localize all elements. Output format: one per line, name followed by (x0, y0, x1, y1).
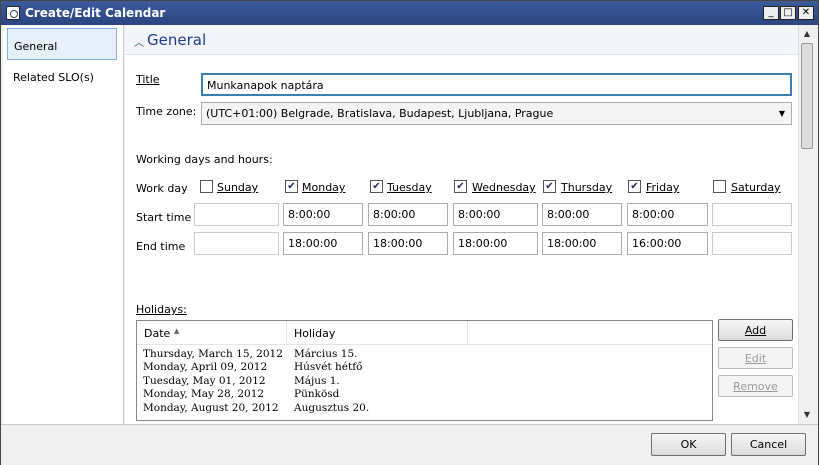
saturday-checkbox[interactable] (713, 180, 726, 193)
dropdown-arrow-icon: ▼ (778, 109, 785, 118)
monday-label: Monday (302, 181, 346, 194)
holiday-date: Tuesday, May 01, 2012 (143, 375, 266, 387)
monday-checkbox[interactable]: ✔ (285, 180, 298, 193)
holidays-label: Holidays: (136, 303, 187, 316)
side-navigation: General Related SLO(s) (3, 25, 124, 424)
app-icon (6, 6, 20, 20)
holiday-date: Monday, April 09, 2012 (143, 361, 268, 373)
sunday-end-time[interactable] (194, 232, 279, 255)
working-days-label: Working days and hours: (136, 153, 273, 166)
table-row[interactable]: Monday, April 09, 2012 Húsvét hétfő (137, 361, 712, 374)
add-holiday-button[interactable]: Add (718, 319, 793, 341)
thursday-start-time[interactable]: 8:00:00 (542, 203, 622, 226)
thursday-checkbox[interactable]: ✔ (543, 180, 556, 193)
friday-end-time[interactable]: 16:00:00 (627, 232, 708, 255)
section-title: General (147, 31, 207, 49)
nav-item-label: Related SLO(s) (13, 71, 94, 84)
maximize-button[interactable]: □ (780, 6, 796, 20)
wednesday-checkbox[interactable]: ✔ (454, 180, 467, 193)
timezone-value: (UTC+01:00) Belgrade, Bratislava, Budape… (206, 107, 554, 120)
nav-item-label: General (14, 40, 58, 53)
tuesday-checkbox[interactable]: ✔ (370, 180, 383, 193)
section-header-general[interactable]: ︿ General (125, 25, 798, 55)
holidays-table[interactable]: Date ▲ Holiday Thursday, March 15, 2012 … (136, 320, 713, 421)
nav-item-general[interactable]: General (7, 28, 117, 60)
friday-label: Friday (646, 181, 680, 194)
thursday-end-time[interactable]: 18:00:00 (542, 232, 622, 255)
tuesday-label: Tuesday (387, 181, 432, 194)
nav-item-related-slos[interactable]: Related SLO(s) (7, 60, 117, 92)
holiday-name: Március 15. (294, 348, 358, 360)
table-row[interactable]: Monday, May 28, 2012 Pünkösd (137, 388, 712, 401)
table-row[interactable]: Monday, August 20, 2012 Augusztus 20. (137, 402, 712, 415)
sunday-label: Sunday (217, 181, 259, 194)
holiday-date: Thursday, March 15, 2012 (143, 348, 283, 360)
scroll-up-arrow-icon[interactable]: ▲ (799, 26, 815, 42)
table-row[interactable]: Tuesday, May 01, 2012 Május 1. (137, 375, 712, 388)
holiday-date: Monday, May 28, 2012 (143, 388, 265, 400)
remove-holiday-button[interactable]: Remove (718, 375, 793, 397)
title-input[interactable]: Munkanapok naptára (201, 73, 792, 96)
edit-holiday-button[interactable]: Edit (718, 347, 793, 369)
sort-ascending-icon: ▲ (174, 327, 180, 335)
saturday-start-time[interactable] (712, 203, 792, 226)
cancel-button[interactable]: Cancel (731, 433, 806, 456)
wednesday-label: Wednesday (472, 181, 536, 194)
title-label: Title (136, 73, 160, 86)
tuesday-start-time[interactable]: 8:00:00 (368, 203, 448, 226)
thursday-label: Thursday (561, 181, 613, 194)
vertical-scrollbar[interactable]: ▲ ▼ (798, 25, 815, 424)
title-bar: Create/Edit Calendar _ □ ✕ (1, 1, 818, 25)
monday-end-time[interactable]: 18:00:00 (283, 232, 363, 255)
column-header-holiday[interactable]: Holiday (287, 321, 468, 345)
wednesday-end-time[interactable]: 18:00:00 (453, 232, 538, 255)
timezone-select[interactable]: (UTC+01:00) Belgrade, Bratislava, Budape… (201, 102, 792, 125)
saturday-label: Saturday (731, 181, 781, 194)
holiday-name: Május 1. (294, 375, 340, 387)
ok-button[interactable]: OK (651, 433, 726, 456)
create-edit-calendar-window: Create/Edit Calendar _ □ ✕ General Relat… (0, 0, 819, 465)
holiday-name: Pünkösd (294, 388, 340, 400)
end-time-label: End time (136, 240, 186, 253)
dialog-footer: OK Cancel (1, 424, 818, 465)
scrollbar-thumb[interactable] (801, 43, 813, 149)
close-button[interactable]: ✕ (798, 6, 814, 20)
start-time-label: Start time (136, 211, 192, 224)
friday-start-time[interactable]: 8:00:00 (627, 203, 708, 226)
table-row[interactable]: Thursday, March 15, 2012 Március 15. (137, 348, 712, 361)
sunday-checkbox[interactable] (200, 180, 213, 193)
scroll-down-arrow-icon[interactable]: ▼ (799, 407, 815, 423)
friday-checkbox[interactable]: ✔ (628, 180, 641, 193)
holiday-name: Húsvét hétfő (294, 361, 363, 373)
tuesday-end-time[interactable]: 18:00:00 (368, 232, 448, 255)
general-panel: ︿ General Title Munkanapok naptára Time … (125, 25, 798, 424)
timezone-label: Time zone: (136, 105, 197, 118)
table-header: Date ▲ Holiday (137, 321, 712, 345)
holiday-date: Monday, August 20, 2012 (143, 402, 279, 414)
chevron-up-icon: ︿ (134, 38, 144, 49)
holiday-name: Augusztus 20. (294, 402, 370, 414)
minimize-button[interactable]: _ (763, 6, 779, 20)
work-day-label: Work day (136, 182, 188, 195)
wednesday-start-time[interactable]: 8:00:00 (453, 203, 538, 226)
column-header-date[interactable]: Date ▲ (137, 321, 287, 345)
saturday-end-time[interactable] (712, 232, 792, 255)
sunday-start-time[interactable] (194, 203, 279, 226)
window-title: Create/Edit Calendar (25, 6, 166, 20)
monday-start-time[interactable]: 8:00:00 (283, 203, 363, 226)
